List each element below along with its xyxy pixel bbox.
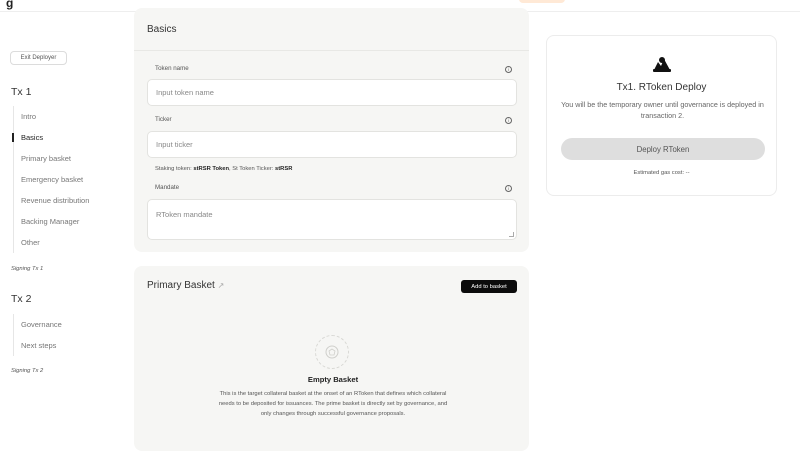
token-name-label: Token name (155, 65, 189, 72)
sidebar-item-revenue-distribution[interactable]: Revenue distribution (14, 190, 89, 211)
sidebar-item-intro[interactable]: Intro (14, 106, 89, 127)
estimated-gas-label: Estimated gas cost: -- (633, 170, 690, 176)
deploy-title: Tx1. RToken Deploy (616, 82, 707, 93)
exit-deployer-button[interactable]: Exit Deployer (10, 51, 67, 65)
sidebar-item-backing-manager[interactable]: Backing Manager (14, 211, 89, 232)
sidebar-item-governance[interactable]: Governance (14, 314, 62, 335)
tx1-heading: Tx 1 (11, 86, 32, 98)
staking-mid: , St Token Ticker: (229, 166, 275, 172)
deploy-rtoken-button[interactable]: Deploy RToken (561, 138, 765, 160)
primary-basket-title: Primary Basket ↗ (147, 280, 224, 291)
token-name-info-icon[interactable]: i (505, 66, 512, 73)
deploy-card: Tx1. RToken Deploy You will be the tempo… (546, 35, 777, 196)
deployer-sidebar: Exit Deployer Tx 1 Intro Basics Primary … (0, 12, 133, 445)
tx2-heading: Tx 2 (11, 293, 32, 305)
empty-basket-description: This is the target collateral basket at … (218, 391, 448, 417)
signing-tx1-label: Signing Tx 1 (11, 266, 44, 272)
basics-divider (134, 50, 529, 51)
token-name-input[interactable]: Input token name (147, 79, 517, 106)
basket-icon (325, 345, 339, 359)
ticker-info-icon[interactable]: i (505, 117, 512, 124)
mandate-info-icon[interactable]: i (505, 185, 512, 192)
sidebar-item-emergency-basket[interactable]: Emergency basket (14, 169, 89, 190)
primary-basket-title-text: Primary Basket (147, 280, 215, 291)
ticker-input[interactable]: Input ticker (147, 131, 517, 158)
sidebar-item-primary-basket[interactable]: Primary basket (14, 148, 89, 169)
mandate-label: Mandate (155, 184, 180, 191)
resize-handle-icon[interactable] (509, 232, 514, 237)
sidebar-item-other[interactable]: Other (14, 232, 89, 253)
sidebar-item-next-steps[interactable]: Next steps (14, 335, 62, 356)
rtoken-logo-icon (653, 57, 671, 72)
sidebar-item-basics[interactable]: Basics (11, 127, 89, 148)
app-logo[interactable]: g (6, 0, 13, 10)
external-link-icon[interactable]: ↗ (218, 281, 225, 290)
empty-basket-title: Empty Basket (307, 375, 359, 384)
add-to-basket-button[interactable]: Add to basket (461, 280, 517, 293)
basics-title: Basics (147, 24, 177, 35)
mandate-textarea[interactable]: RToken mandate (147, 199, 517, 240)
staking-token-ticker: stRSR (274, 166, 293, 172)
staking-token-info: Staking token: stRSR Token, St Token Tic… (155, 166, 292, 172)
signing-tx2-label: Signing Tx 2 (11, 368, 44, 374)
staking-prefix: Staking token: (155, 166, 194, 172)
deploy-subtitle: You will be the temporary owner until go… (561, 100, 764, 120)
tx2-nav: Governance Next steps (13, 314, 62, 356)
staking-token-name: stRSR Token (193, 166, 230, 172)
header-badge[interactable] (519, 0, 565, 3)
tx1-nav: Intro Basics Primary basket Emergency ba… (11, 106, 89, 253)
empty-basket-icon (315, 335, 349, 369)
mandate-placeholder: RToken mandate (156, 210, 213, 219)
ticker-label: Ticker (155, 116, 172, 123)
